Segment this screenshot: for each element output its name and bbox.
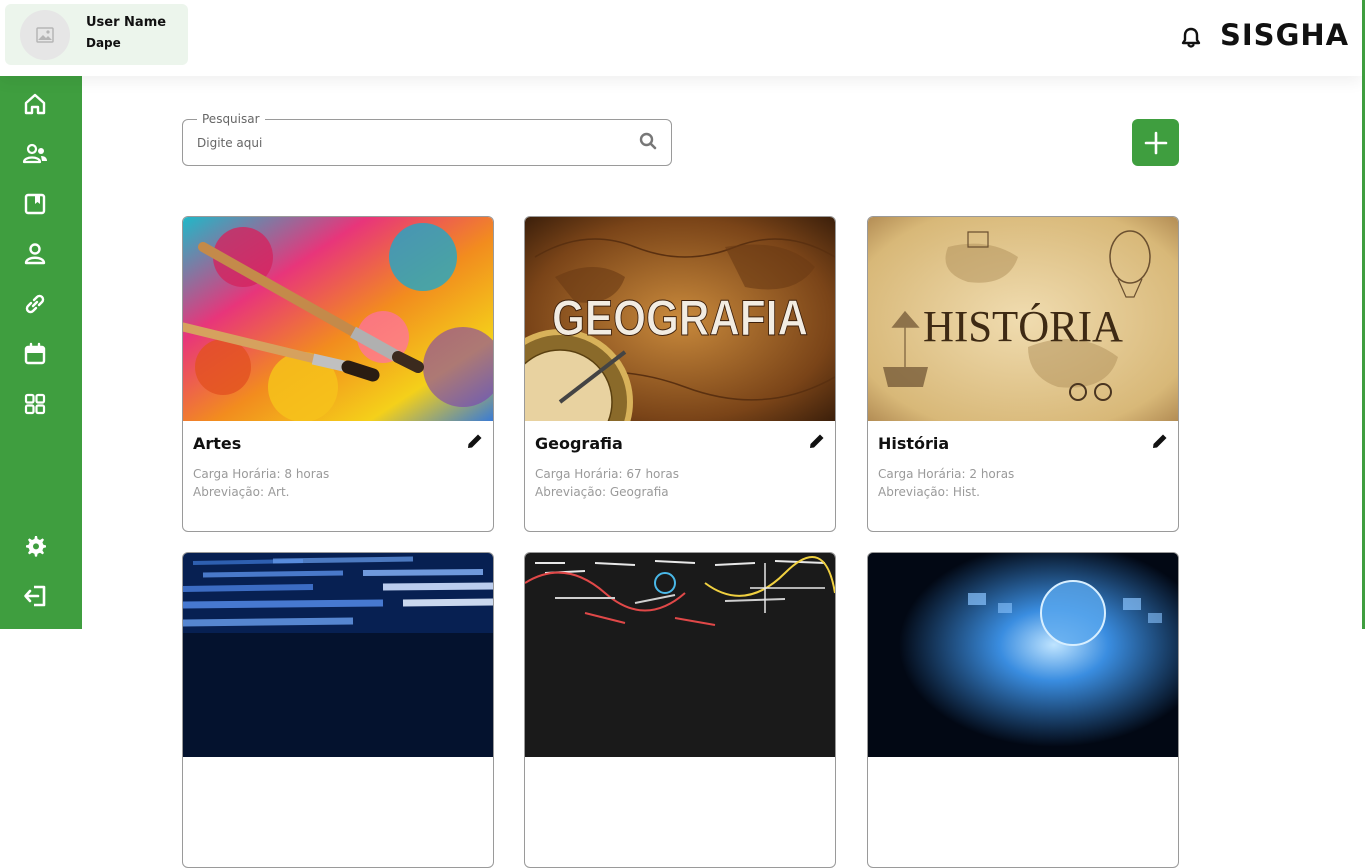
historia-image-text: HISTÓRIA — [923, 302, 1123, 351]
edit-icon[interactable] — [467, 433, 483, 449]
sidebar-item-users[interactable] — [21, 140, 49, 168]
sidebar — [0, 76, 82, 629]
card-image-programming — [183, 553, 493, 757]
users-icon — [22, 143, 47, 164]
card-hours: Carga Horária: 8 horas — [193, 467, 330, 481]
card-image-geografia: GEOGRAFIA — [525, 217, 835, 421]
brand-logo: SISGHA — [1220, 18, 1350, 52]
avatar — [20, 10, 70, 60]
top-bar: User Name Dape SISGHA — [0, 0, 1362, 76]
person-icon — [24, 243, 46, 265]
card-image-technology — [868, 553, 1178, 757]
card-hours: Carga Horária: 67 horas — [535, 467, 679, 481]
card-image-artes — [183, 217, 493, 421]
sidebar-item-logout[interactable] — [21, 582, 49, 610]
sidebar-item-dashboard[interactable] — [21, 390, 49, 418]
search-input[interactable] — [197, 133, 617, 153]
gear-icon — [26, 536, 46, 557]
calendar-icon — [24, 342, 46, 365]
card-title: Artes — [193, 434, 242, 453]
user-profile-card[interactable]: User Name Dape — [5, 4, 188, 65]
sidebar-item-home[interactable] — [21, 90, 49, 118]
edit-icon[interactable] — [809, 433, 825, 449]
bell-icon[interactable] — [1180, 27, 1202, 49]
card-artes[interactable]: Artes Carga Horária: 8 horas Abreviação:… — [182, 216, 494, 532]
home-icon — [24, 93, 46, 115]
add-button[interactable] — [1132, 119, 1179, 166]
book-icon — [24, 193, 46, 215]
card-technology[interactable] — [867, 552, 1179, 868]
logout-icon — [24, 585, 46, 607]
card-programming[interactable] — [182, 552, 494, 868]
geografia-image-text: GEOGRAFIA — [552, 290, 808, 346]
card-image-mathematics — [525, 553, 835, 757]
sidebar-item-books[interactable] — [21, 190, 49, 218]
card-abbreviation: Abreviação: Art. — [193, 485, 290, 499]
image-placeholder-icon — [36, 27, 54, 43]
card-geografia[interactable]: GEOGRAFIA Geografia Carga Horária: 67 ho… — [524, 216, 836, 532]
user-role: Dape — [86, 36, 121, 50]
card-hours: Carga Horária: 2 horas — [878, 467, 1015, 481]
edit-icon[interactable] — [1152, 433, 1168, 449]
sidebar-item-settings[interactable] — [21, 532, 49, 560]
grid-icon — [24, 393, 46, 415]
user-name: User Name — [86, 15, 167, 30]
card-title: História — [878, 434, 950, 453]
card-abbreviation: Abreviação: Hist. — [878, 485, 980, 499]
sidebar-item-calendar[interactable] — [21, 340, 49, 368]
sidebar-item-links[interactable] — [21, 290, 49, 318]
plus-icon — [1144, 131, 1167, 154]
card-mathematics[interactable] — [524, 552, 836, 868]
link-icon — [25, 294, 45, 314]
card-abbreviation: Abreviação: Geografia — [535, 485, 669, 499]
card-title: Geografia — [535, 434, 623, 453]
sidebar-item-person[interactable] — [21, 240, 49, 268]
search-icon[interactable] — [639, 132, 657, 150]
search-label: Pesquisar — [197, 112, 265, 126]
card-historia[interactable]: HISTÓRIA História Carga Horária: 2 horas… — [867, 216, 1179, 532]
search-field[interactable]: Pesquisar — [182, 112, 672, 166]
card-image-historia: HISTÓRIA — [868, 217, 1178, 421]
